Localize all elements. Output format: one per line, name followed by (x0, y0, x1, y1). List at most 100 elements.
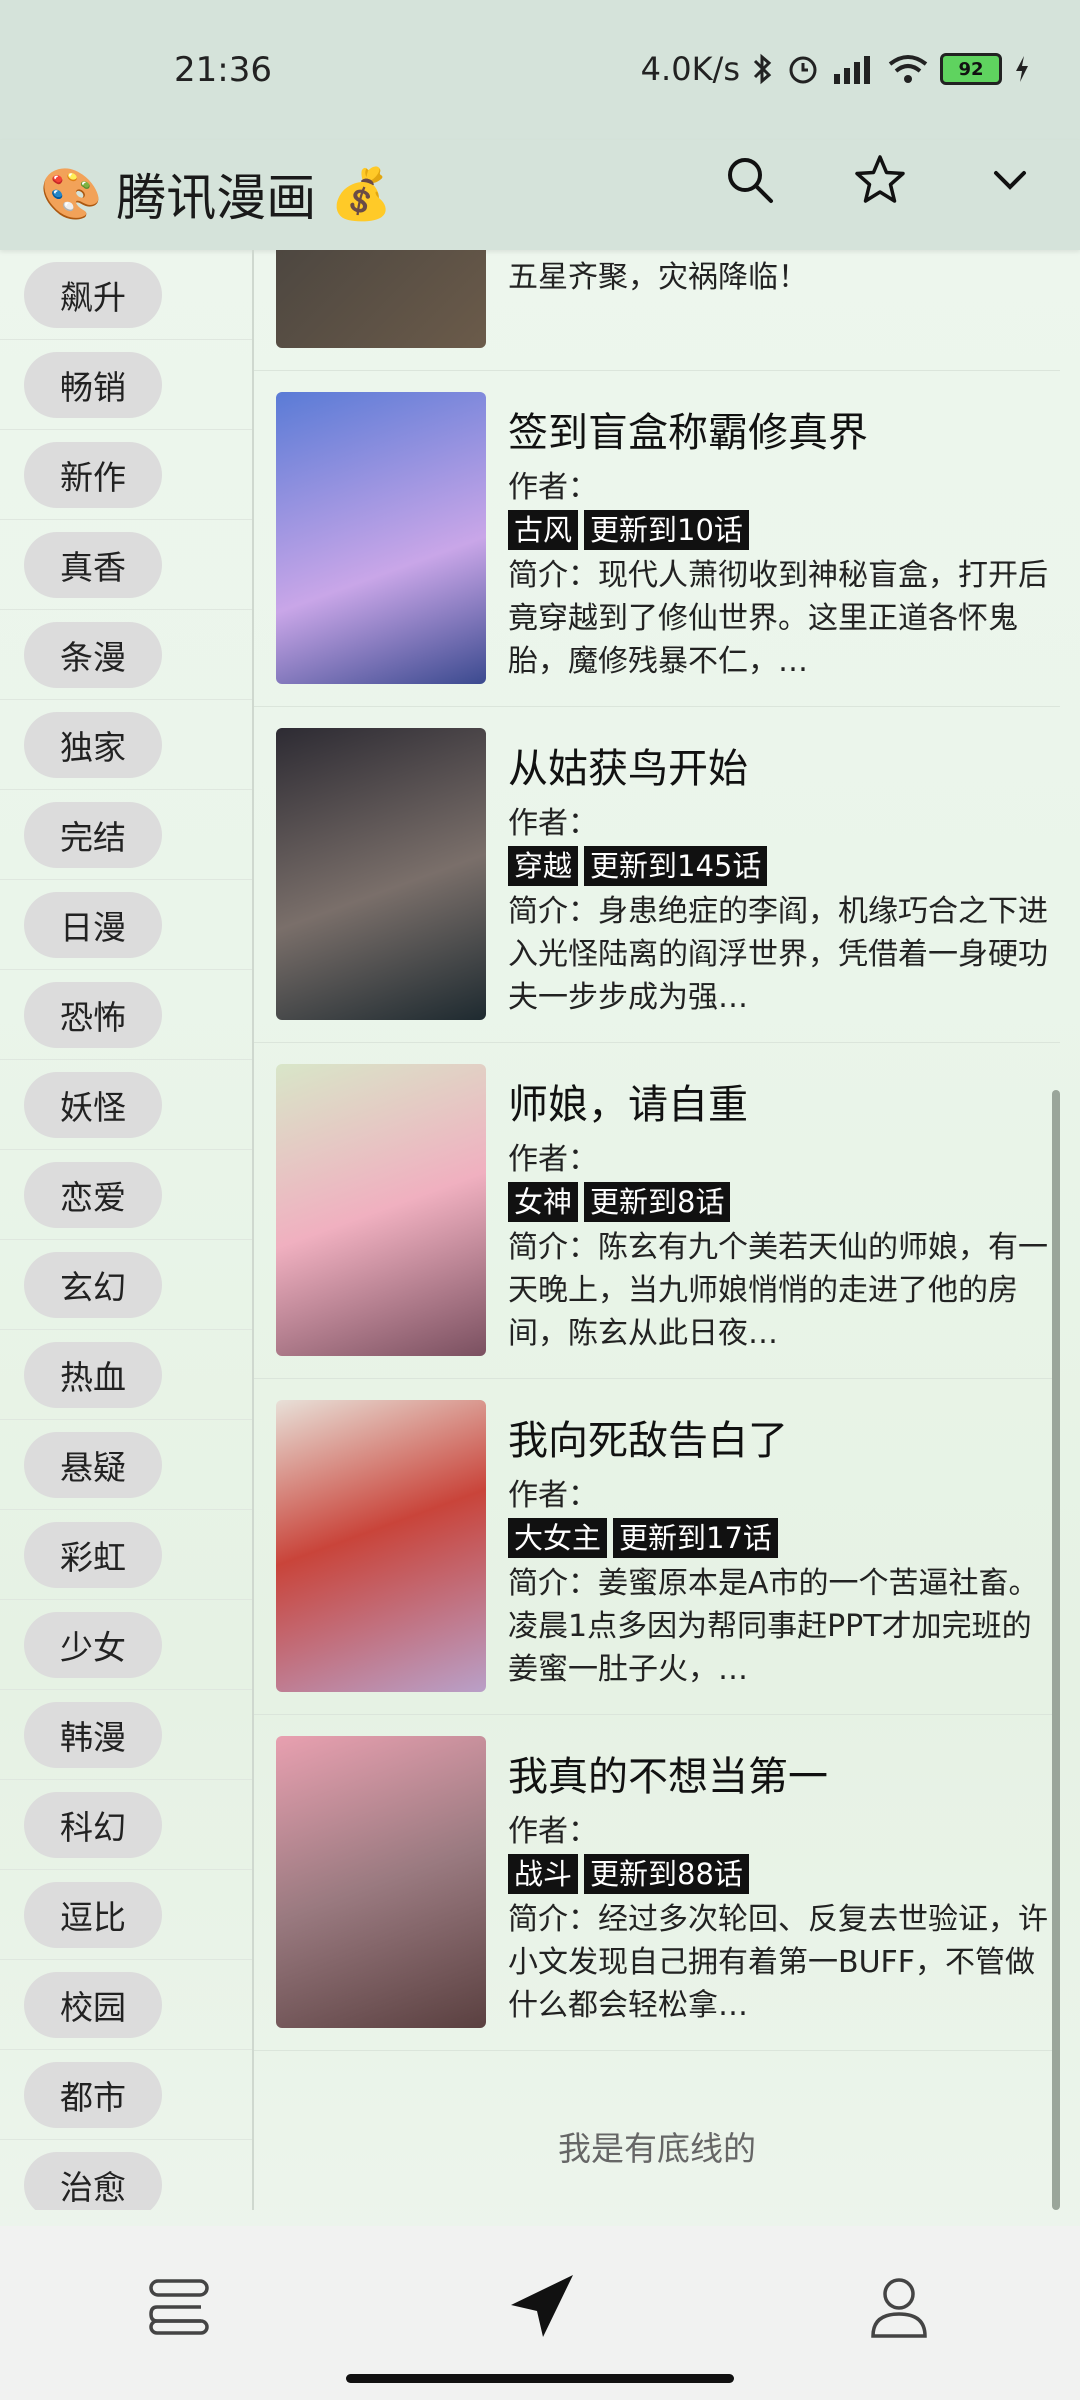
update-tag: 更新到17话 (613, 1518, 778, 1558)
chevron-down-icon (994, 171, 1026, 190)
comic-title: 从姑获鸟开始 (508, 746, 748, 792)
sidebar-item[interactable]: 少女 (0, 1600, 252, 1690)
stack-icon (149, 2279, 209, 2335)
sidebar-item[interactable]: 治愈 (0, 2140, 252, 2210)
bluetooth-icon (753, 53, 772, 85)
comic-cover[interactable] (276, 392, 486, 684)
search-icon (728, 158, 773, 203)
category-chip[interactable]: 条漫 (24, 621, 162, 688)
comic-item[interactable]: 五星齐聚，灾祸降临！ (254, 250, 1060, 371)
category-chip[interactable]: 悬疑 (24, 1431, 162, 1498)
signal-icon (834, 56, 870, 84)
category-chip[interactable]: 日漫 (24, 891, 162, 958)
nav-discover-button[interactable] (496, 2262, 586, 2352)
category-chip[interactable]: 畅销 (24, 351, 162, 418)
comic-item[interactable]: 我真的不想当第一 作者： 战斗 更新到88话 简介：经过多次轮回、反复去世验证，许… (254, 1714, 1060, 2051)
comic-title: 师娘，请自重 (508, 1082, 748, 1128)
sidebar-item[interactable]: 恋爱 (0, 1150, 252, 1240)
home-indicator (346, 2374, 734, 2383)
nav-profile-button[interactable] (854, 2262, 944, 2352)
comic-title: 签到盲盒称霸修真界 (508, 410, 868, 456)
sidebar-item[interactable]: 热血 (0, 1330, 252, 1420)
category-chip[interactable]: 逗比 (24, 1881, 162, 1948)
genre-tag: 战斗 (508, 1854, 579, 1894)
category-chip[interactable]: 科幻 (24, 1791, 162, 1858)
wifi-icon (888, 55, 928, 83)
sidebar-item[interactable]: 恐怖 (0, 970, 252, 1060)
comic-item[interactable]: 我向死敌告白了 作者： 大女主 更新到17话 简介：姜蜜原本是A市的一个苦逼社畜。… (254, 1378, 1060, 1715)
update-tag: 更新到88话 (584, 1854, 749, 1894)
sidebar-item[interactable]: 玄幻 (0, 1240, 252, 1330)
sidebar-item[interactable]: 逗比 (0, 1870, 252, 1960)
sidebar-item[interactable]: 独家 (0, 700, 252, 790)
sidebar-item[interactable]: 都市 (0, 2050, 252, 2140)
comic-cover[interactable] (276, 728, 486, 1020)
category-chip[interactable]: 热血 (24, 1341, 162, 1408)
sidebar-item[interactable]: 日漫 (0, 880, 252, 970)
sidebar-item[interactable]: 畅销 (0, 340, 252, 430)
scrollbar[interactable] (1052, 1090, 1060, 2210)
comic-item[interactable]: 师娘，请自重 作者： 女神 更新到8话 简介：陈玄有九个美若天仙的师娘，有一天晚上… (254, 1042, 1060, 1379)
category-chip[interactable]: 彩虹 (24, 1521, 162, 1588)
comic-intro: 五星齐聚，灾祸降临！ (508, 260, 808, 295)
sidebar-item[interactable]: 飙升 (0, 250, 252, 340)
category-chip[interactable]: 都市 (24, 2061, 162, 2128)
genre-tag: 穿越 (508, 846, 579, 886)
comic-list: 五星齐聚，灾祸降临！ 签到盲盒称霸修真界 作者： 古风 更新到10话 简介：现代人… (254, 250, 1060, 2210)
comic-item[interactable]: 从姑获鸟开始 作者： 穿越 更新到145话 简介：身患绝症的李阎，机缘巧合之下进入… (254, 706, 1060, 1043)
category-chip[interactable]: 治愈 (24, 2151, 162, 2210)
status-time: 21:36 (174, 50, 272, 90)
sidebar-item[interactable]: 韩漫 (0, 1690, 252, 1780)
comic-title: 我真的不想当第一 (508, 1754, 828, 1800)
search-button[interactable] (720, 150, 780, 210)
sidebar-item[interactable]: 校园 (0, 1960, 252, 2050)
sidebar-item[interactable]: 新作 (0, 430, 252, 520)
sidebar-item[interactable]: 条漫 (0, 610, 252, 700)
sidebar-item[interactable]: 完结 (0, 790, 252, 880)
favorite-button[interactable] (850, 150, 910, 210)
update-tag: 更新到10话 (584, 510, 749, 550)
comic-cover[interactable] (276, 1400, 486, 1692)
category-chip[interactable]: 完结 (24, 801, 162, 868)
charging-icon (1016, 56, 1028, 82)
comic-cover[interactable] (276, 250, 486, 348)
comic-intro: 简介：经过多次轮回、反复去世验证，许小文发现自己拥有着第一BUFF，不管做什么都… (508, 1902, 1048, 2023)
comic-intro: 简介：姜蜜原本是A市的一个苦逼社畜。凌晨1点多因为帮同事赶PPT才加完班的姜蜜一… (508, 1566, 1039, 1687)
category-chip[interactable]: 少女 (24, 1611, 162, 1678)
star-icon (855, 155, 905, 203)
update-tag: 更新到145话 (584, 846, 768, 886)
status-bar: 21:36 4.0K/s 92 (0, 0, 1080, 140)
list-end-text: 我是有底线的 (558, 2129, 756, 2168)
money-bag-icon: 💰 (330, 164, 393, 223)
category-chip[interactable]: 飙升 (24, 261, 162, 328)
user-icon (871, 2278, 927, 2338)
category-chip[interactable]: 玄幻 (24, 1251, 162, 1318)
comic-title: 我向死敌告白了 (508, 1418, 788, 1464)
category-chip[interactable]: 妖怪 (24, 1071, 162, 1138)
sidebar-item[interactable]: 彩虹 (0, 1510, 252, 1600)
sidebar-item[interactable]: 妖怪 (0, 1060, 252, 1150)
comic-author: 作者： (508, 1142, 598, 1177)
category-sidebar: 飙升 畅销 新作 真香 条漫 独家 完结 日漫 恐怖 妖怪 恋爱 玄幻 热血 悬… (0, 250, 254, 2210)
nav-library-button[interactable] (134, 2262, 224, 2352)
sidebar-item[interactable]: 真香 (0, 520, 252, 610)
palette-icon: 🎨 (40, 164, 103, 223)
battery-indicator: 92 (940, 53, 1002, 85)
sidebar-item[interactable]: 悬疑 (0, 1420, 252, 1510)
category-chip[interactable]: 新作 (24, 441, 162, 508)
dropdown-button[interactable] (980, 150, 1040, 210)
comic-intro: 简介：现代人萧彻收到神秘盲盒，打开后竟穿越到了修仙世界。这里正道各怀鬼胎，魔修残… (508, 558, 1048, 679)
category-chip[interactable]: 校园 (24, 1971, 162, 2038)
network-speed: 4.0K/s (640, 50, 740, 88)
category-chip[interactable]: 韩漫 (24, 1701, 162, 1768)
comic-cover[interactable] (276, 1064, 486, 1356)
category-chip[interactable]: 真香 (24, 531, 162, 598)
sidebar-item[interactable]: 科幻 (0, 1780, 252, 1870)
category-chip[interactable]: 恋爱 (24, 1161, 162, 1228)
category-chip[interactable]: 独家 (24, 711, 162, 778)
update-tag: 更新到8话 (584, 1182, 731, 1222)
genre-tag: 大女主 (508, 1518, 608, 1558)
category-chip[interactable]: 恐怖 (24, 981, 162, 1048)
comic-cover[interactable] (276, 1736, 486, 2028)
comic-item[interactable]: 签到盲盒称霸修真界 作者： 古风 更新到10话 简介：现代人萧彻收到神秘盲盒，打开… (254, 370, 1060, 707)
